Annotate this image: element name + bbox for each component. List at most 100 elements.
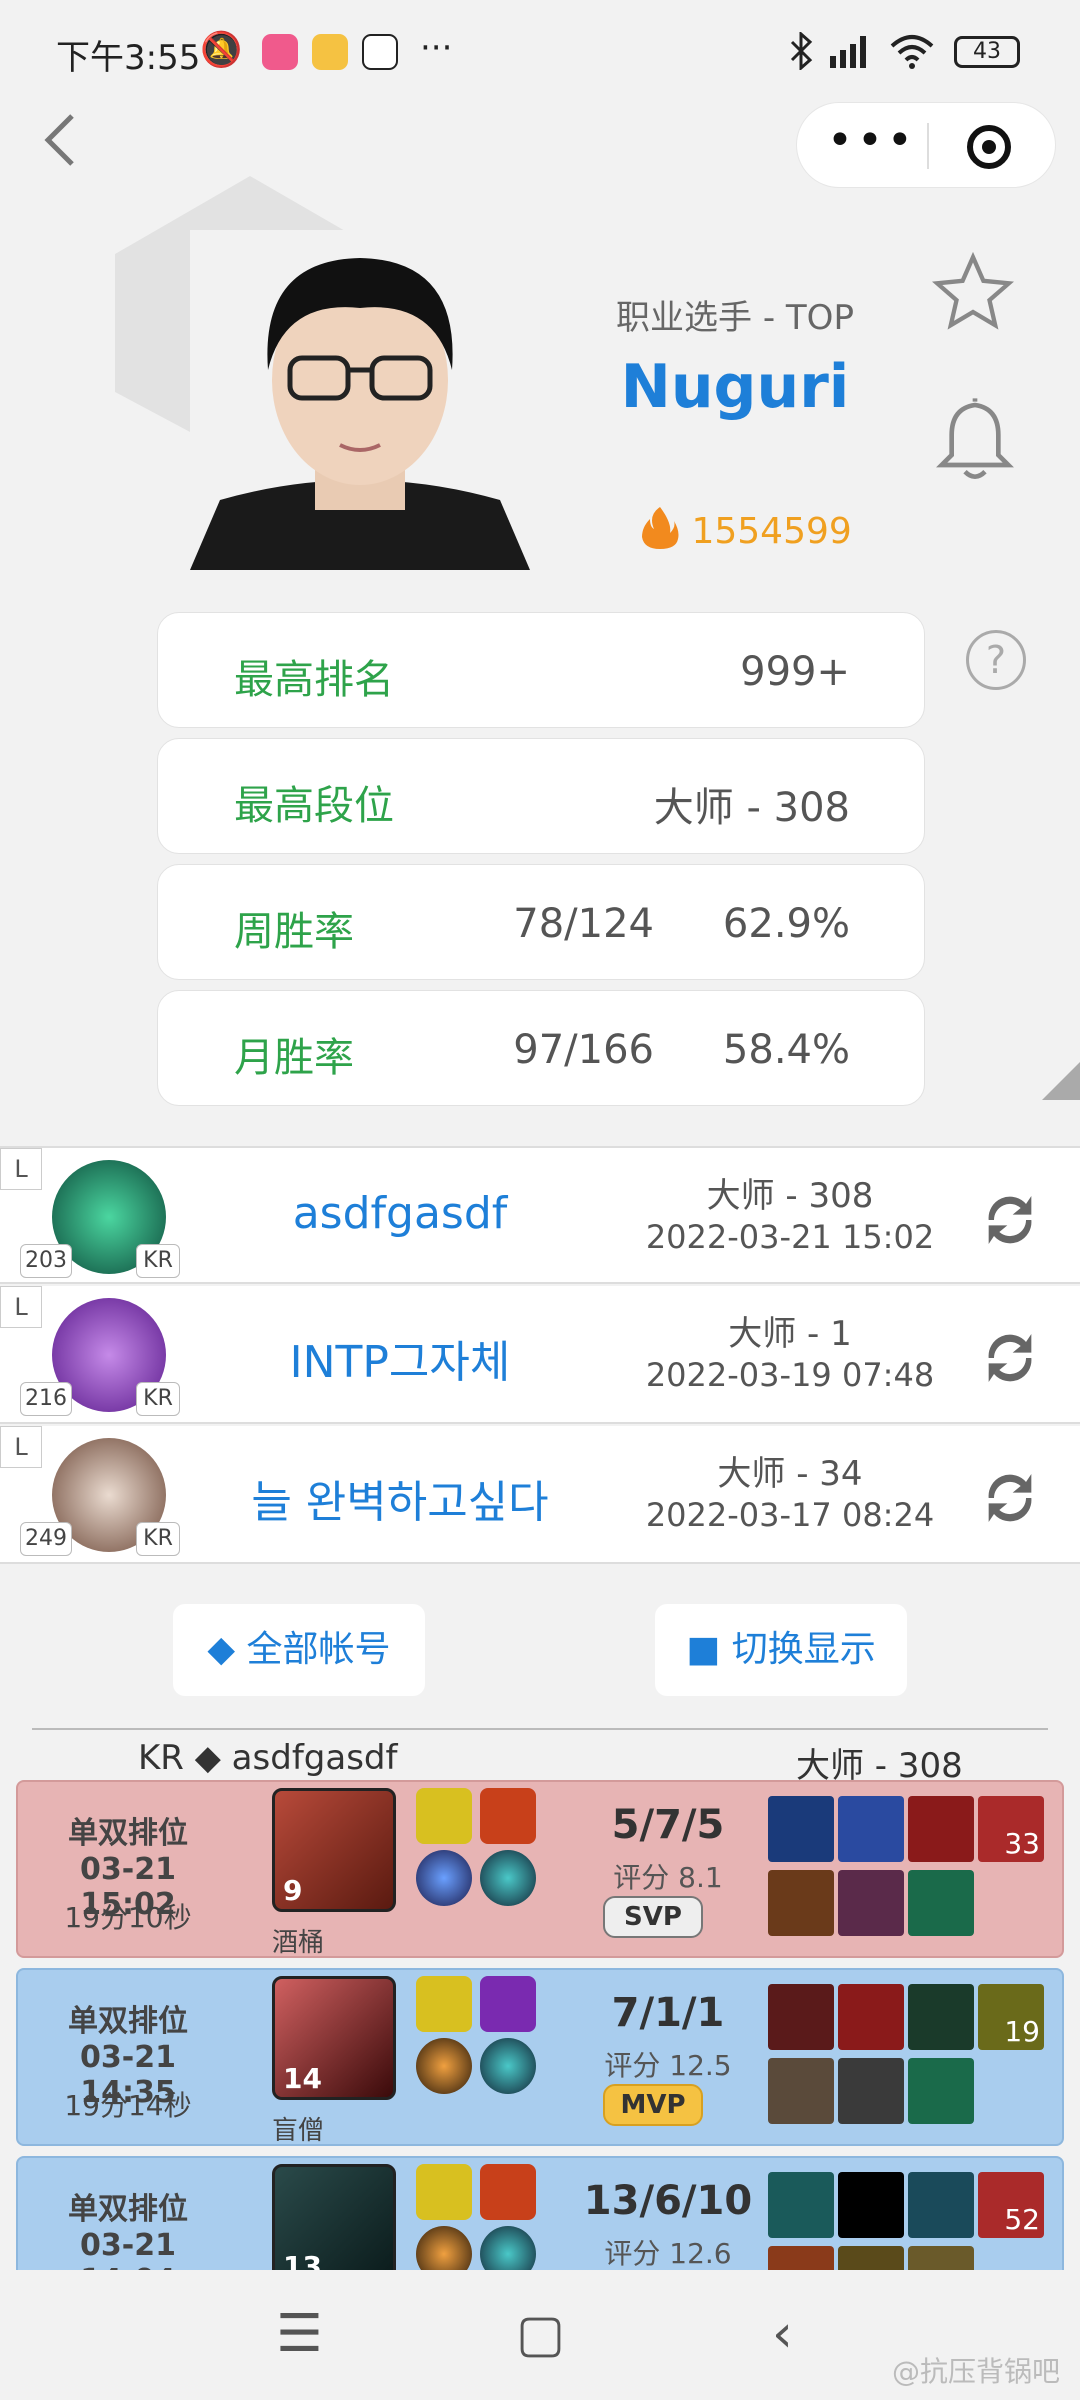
notify-button[interactable]: [935, 395, 1015, 489]
rune-icon: [480, 1850, 536, 1906]
stat-rate: 62.9%: [722, 901, 850, 947]
back-button[interactable]: [40, 110, 80, 181]
account-name[interactable]: 늘 완벽하고싶다: [200, 1466, 600, 1530]
status-time: 下午3:55: [56, 38, 201, 78]
heat-count: 1554599: [640, 505, 852, 552]
recent-apps-button[interactable]: ☰: [276, 2304, 323, 2364]
champion-level: 9: [283, 1874, 303, 1907]
item-icon: [838, 2058, 904, 2124]
champion-portrait: 9: [272, 1788, 396, 1912]
target-icon: [982, 140, 996, 154]
stat-highest-tier: 最高段位 大师 - 308: [157, 738, 925, 854]
rune-icon: [480, 2038, 536, 2094]
favorite-button[interactable]: [930, 250, 1016, 340]
account-tag: L: [0, 1148, 42, 1190]
rune-icon: [416, 1850, 472, 1906]
summoner-spell-icon: [480, 1976, 536, 2032]
item-icon: [768, 2172, 834, 2238]
mute-icon: 🔕: [200, 30, 243, 70]
match-kda: 5/7/5: [611, 1802, 725, 1848]
signal-icon: [830, 36, 866, 68]
champion-portrait: 14: [272, 1976, 396, 2100]
stat-monthly-winrate: 月胜率 97/166 58.4%: [157, 990, 925, 1106]
account-row[interactable]: L 249 KR 늘 완벽하고싶다 大师 - 34 2022-03-17 08:…: [0, 1426, 1080, 1564]
summoner-spell-icon: [416, 2164, 472, 2220]
bluetooth-icon: [790, 32, 813, 70]
account-row[interactable]: L 216 KR INTP그자체 大师 - 1 2022-03-19 07:48: [0, 1286, 1080, 1424]
item-stack-count: 52: [1004, 2203, 1040, 2236]
match-kda: 13/6/10: [583, 2178, 753, 2224]
all-accounts-button[interactable]: ◆ 全部帐号: [173, 1604, 425, 1696]
account-name[interactable]: INTP그자체: [200, 1326, 600, 1390]
back-nav-button[interactable]: ‹: [772, 2304, 793, 2364]
item-icon: [908, 2246, 974, 2270]
champion-portrait: 13: [272, 2164, 396, 2270]
account-tier: 大师 - 1: [728, 1314, 852, 1354]
item-stack-count: 33: [1004, 1827, 1040, 1860]
item-icon: [768, 1870, 834, 1936]
battery-indicator: 43: [954, 36, 1020, 68]
watermark-text: @抗压背锅吧: [891, 2355, 1060, 2388]
stat-record: 78/124: [513, 901, 654, 947]
refresh-button[interactable]: [978, 1466, 1042, 1534]
item-icon: 33: [978, 1796, 1044, 1862]
account-date: 2022-03-21 15:02: [645, 1218, 935, 1256]
account-row[interactable]: L 203 KR asdfgasdf 大师 - 308 2022-03-21 1…: [0, 1146, 1080, 1284]
match-duration: 19分14秒: [64, 2089, 192, 2122]
account-tier: 大师 - 308: [706, 1176, 874, 1216]
weibo-app-icon: [312, 34, 348, 70]
match-account-label: KR ◆ asdfgasdf: [138, 1738, 398, 1778]
summoner-spell-icon: [480, 2164, 536, 2220]
account-level: 216: [20, 1382, 72, 1416]
more-menu-button[interactable]: •••: [827, 119, 917, 163]
account-region: KR: [136, 1244, 180, 1278]
item-icon: [838, 2172, 904, 2238]
close-miniapp-button[interactable]: [967, 125, 1011, 169]
item-icon: [838, 1796, 904, 1862]
match-badge: MVP: [603, 2084, 703, 2126]
rune-icon: [416, 2226, 472, 2270]
match-card[interactable]: 单双排位 03-21 14:04 13 13/6/10 评分 12.6 52: [16, 2156, 1064, 2270]
account-tier: 大师 - 34: [717, 1454, 863, 1494]
player-photo: [190, 230, 530, 570]
refresh-icon: [988, 1474, 1032, 1522]
account-tag: L: [0, 1286, 42, 1328]
refresh-button[interactable]: [978, 1188, 1042, 1256]
item-icon: [768, 1984, 834, 2050]
rune-icon: [480, 2226, 536, 2270]
champion-name: 酒桶: [272, 1928, 325, 1958]
account-name[interactable]: asdfgasdf: [200, 1188, 600, 1239]
champion-level: 13: [283, 2250, 322, 2270]
qq-app-icon: [362, 34, 398, 70]
match-badge: SVP: [603, 1896, 703, 1938]
bilibili-app-icon: [262, 34, 298, 70]
stat-value: 999+: [740, 649, 850, 695]
summoner-spell-icon: [416, 1788, 472, 1844]
item-icon: [768, 1796, 834, 1862]
item-icon: 52: [978, 2172, 1044, 2238]
match-score: 评分 12.5: [604, 2049, 732, 2082]
player-name: Nuguri: [620, 352, 850, 422]
expand-corner-handle[interactable]: [1042, 1062, 1080, 1100]
rune-icon: [416, 2038, 472, 2094]
toggle-display-button[interactable]: ■ 切换显示: [655, 1604, 907, 1696]
match-kda: 7/1/1: [611, 1990, 725, 2036]
account-level: 203: [20, 1244, 72, 1278]
capsule-divider: [927, 123, 929, 169]
account-date: 2022-03-19 07:48: [645, 1356, 935, 1394]
match-card[interactable]: 单双排位 03-21 14:35 19分14秒 14 盲僧 7/1/1 评分 1…: [16, 1968, 1064, 2146]
miniapp-capsule: •••: [796, 102, 1056, 188]
item-icon: [908, 2172, 974, 2238]
match-queue: 单双排位: [68, 2004, 188, 2039]
account-region: KR: [136, 1522, 180, 1556]
champion-name: 盲僧: [272, 2116, 325, 2146]
item-icon: [908, 2058, 974, 2124]
help-button[interactable]: ?: [966, 630, 1026, 690]
chevron-left-icon: [44, 114, 74, 166]
match-queue: 单双排位: [68, 1816, 188, 1851]
match-card[interactable]: 单双排位 03-21 15:02 19分10秒 9 酒桶 5/7/5 评分 8.…: [16, 1780, 1064, 1958]
home-button[interactable]: ▢: [516, 2304, 565, 2364]
refresh-button[interactable]: [978, 1326, 1042, 1394]
summoner-spell-icon: [480, 1788, 536, 1844]
refresh-icon: [988, 1334, 1032, 1382]
